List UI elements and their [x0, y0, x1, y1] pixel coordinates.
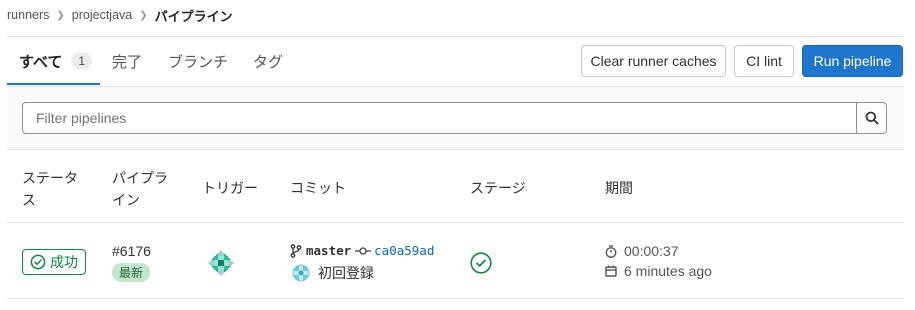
trigger-avatar[interactable] [208, 250, 234, 276]
tab-label: すべて [19, 53, 63, 71]
breadcrumb-projectjava[interactable]: projectjava [72, 8, 132, 22]
tab-label: ブランチ [168, 53, 229, 71]
breadcrumb: runners ❯ projectjava ❯ パイプライン [7, 6, 233, 24]
calendar-icon [605, 265, 617, 277]
tab-label: タグ [253, 53, 284, 71]
column-header-duration: 期間 [605, 180, 633, 196]
column-header-status: ステータス [22, 170, 78, 208]
branch-name-link[interactable]: master [306, 243, 351, 258]
branch-icon [290, 243, 302, 258]
breadcrumb-current: パイプライン [154, 8, 233, 24]
commit-title-link[interactable]: 初回登録 [318, 263, 374, 283]
chevron-right-icon: ❯ [56, 9, 65, 21]
commit-title: 初回登録 [292, 263, 374, 283]
breadcrumb-runners[interactable]: runners [7, 8, 49, 22]
commit-ref: master ca0a59ad [290, 243, 434, 258]
ci-lint-button[interactable]: CI lint [734, 45, 794, 77]
column-header-stage: ステージ [470, 180, 526, 196]
status-success-icon [30, 254, 46, 270]
stage-passed-icon[interactable] [470, 252, 492, 274]
active-tab-indicator [7, 83, 100, 85]
tab-tags[interactable]: タグ [253, 38, 283, 84]
tab-label: 完了 [112, 53, 143, 71]
column-header-trigger: トリガー [202, 180, 258, 196]
duration-value: 00:00:37 [624, 243, 679, 259]
duration: 00:00:37 [605, 243, 679, 259]
finished-time: 6 minutes ago [605, 263, 712, 279]
commit-sha-link[interactable]: ca0a59ad [374, 243, 434, 258]
tab-branches[interactable]: ブランチ [168, 38, 228, 84]
latest-badge: 最新 [112, 263, 151, 282]
finished-time-value: 6 minutes ago [624, 263, 712, 279]
run-pipeline-button[interactable]: Run pipeline [802, 45, 903, 77]
tab-count-badge: 1 [71, 53, 93, 69]
filter-bar [7, 86, 904, 150]
pipeline-id-link[interactable]: #6176 [112, 243, 151, 259]
clear-runner-caches-button[interactable]: Clear runner caches [581, 45, 726, 77]
tab-finished[interactable]: 完了 [112, 38, 142, 84]
commit-author-avatar[interactable] [292, 264, 310, 282]
search-button[interactable] [856, 102, 887, 134]
timer-icon [605, 244, 617, 258]
search-icon [865, 111, 879, 125]
commit-icon [355, 246, 372, 255]
divider [7, 36, 904, 37]
status-badge[interactable]: 成功 [22, 249, 86, 275]
status-label: 成功 [50, 254, 78, 270]
divider [7, 298, 904, 299]
tab-all[interactable]: すべて 1 [19, 38, 93, 84]
divider [7, 222, 904, 223]
filter-pipelines-input[interactable] [22, 102, 857, 134]
chevron-right-icon: ❯ [139, 9, 148, 21]
column-header-pipeline: パイプライン [112, 170, 168, 208]
column-header-commit: コミット [290, 180, 346, 196]
